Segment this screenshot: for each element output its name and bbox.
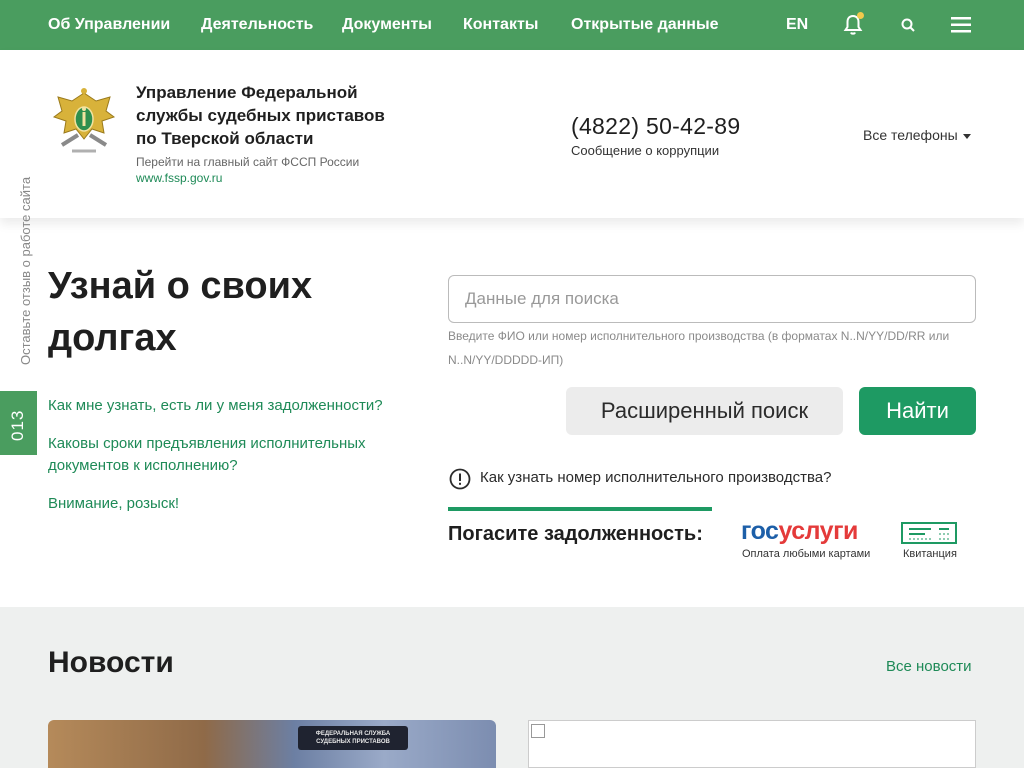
faq-link-debt-check[interactable]: Как мне узнать, есть ли у меня задолженн… xyxy=(48,395,428,417)
search-hint: Введите ФИО или номер исполнительного пр… xyxy=(448,329,950,367)
corruption-report-caption: Сообщение о коррупции xyxy=(571,143,720,158)
all-news-link[interactable]: Все новости xyxy=(886,658,972,675)
language-switch[interactable]: EN xyxy=(786,0,808,50)
pay-section-accent xyxy=(448,507,712,511)
nav-item-activity[interactable]: Деятельность xyxy=(201,0,313,50)
advanced-search-button[interactable]: Расширенный поиск xyxy=(566,387,843,435)
faq-link-deadlines[interactable]: Каковы сроки предъявления исполнительных… xyxy=(48,433,393,477)
feedback-side-label: Оставьте отзыв о работе сайта xyxy=(18,176,33,365)
feedback-side-tab[interactable]: Оставьте отзыв о работе сайта xyxy=(0,150,37,370)
nav-item-open-data[interactable]: Открытые данные xyxy=(571,0,719,50)
receipt-icon[interactable] xyxy=(901,521,957,545)
gosuslugi-logo-uslugi: услуги xyxy=(778,517,858,545)
nav-item-about[interactable]: Об Управлении xyxy=(48,0,170,50)
uniform-patch-text: ФЕДЕРАЛЬНАЯ СЛУЖБА СУДЕБНЫХ ПРИСТАВОВ xyxy=(315,731,391,745)
debt-section-title: Узнай о своих долгах xyxy=(48,265,313,359)
menu-icon[interactable] xyxy=(951,16,971,34)
all-phones-dropdown[interactable]: Все телефоны xyxy=(863,127,971,143)
all-phones-label: Все телефоны xyxy=(863,127,958,143)
top-navigation: Об Управлении Деятельность Документы Кон… xyxy=(0,0,1024,50)
uniform-patch: ФЕДЕРАЛЬНАЯ СЛУЖБА СУДЕБНЫХ ПРИСТАВОВ xyxy=(298,726,408,750)
side-badge-label: 013 xyxy=(8,409,27,441)
gosuslugi-caption[interactable]: Оплата любыми картами xyxy=(742,548,870,560)
news-card-placeholder[interactable] xyxy=(528,720,976,768)
organization-name[interactable]: Управление Федеральной службы судебных п… xyxy=(136,81,396,150)
nav-item-documents[interactable]: Документы xyxy=(342,0,432,50)
exclamation-circle-icon xyxy=(449,468,471,490)
find-button[interactable]: Найти xyxy=(859,387,976,435)
case-number-help-link[interactable]: Как узнать номер исполнительного произво… xyxy=(480,469,831,486)
caret-down-icon xyxy=(962,133,971,139)
gosuslugi-logo[interactable]: госуслуги xyxy=(741,517,858,546)
news-title: Новости xyxy=(48,646,174,679)
notification-dot xyxy=(857,12,864,19)
debt-search-input[interactable] xyxy=(448,275,976,323)
broken-image-icon xyxy=(531,724,545,738)
fssp-emblem-icon[interactable] xyxy=(50,87,118,159)
news-card-image[interactable]: ФЕДЕРАЛЬНАЯ СЛУЖБА СУДЕБНЫХ ПРИСТАВОВ xyxy=(48,720,496,768)
faq-link-wanted[interactable]: Внимание, розыск! xyxy=(48,493,428,515)
pay-debt-label: Погасите задолженность: xyxy=(448,523,703,545)
hotline-phone[interactable]: (4822) 50-42-89 xyxy=(571,113,740,140)
side-badge-013[interactable]: 013 xyxy=(0,391,37,455)
search-icon[interactable] xyxy=(900,17,916,33)
main-site-caption: Перейти на главный сайт ФССП России xyxy=(136,155,360,169)
gosuslugi-logo-gos: гос xyxy=(741,517,779,545)
main-site-link[interactable]: www.fssp.gov.ru xyxy=(136,171,222,185)
receipt-caption[interactable]: Квитанция xyxy=(903,548,957,560)
nav-item-contacts[interactable]: Контакты xyxy=(463,0,538,50)
